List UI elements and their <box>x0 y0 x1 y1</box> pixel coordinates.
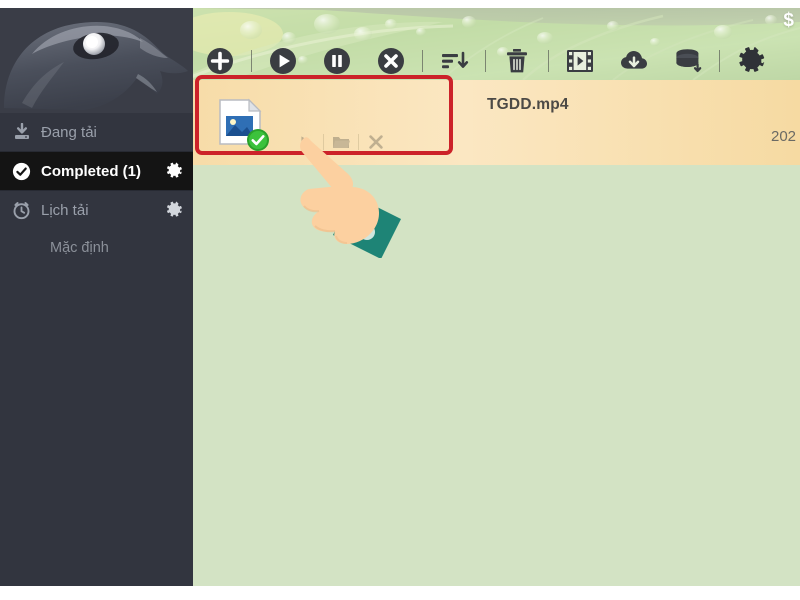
window-bottom-edge <box>0 586 800 600</box>
eagle-head-logo <box>0 8 193 113</box>
app-logo-panel <box>0 8 193 113</box>
download-file-name: TGDD.mp4 <box>487 96 569 113</box>
green-check-badge <box>246 128 270 157</box>
main-panel: $ TGDD.mp4 202 <box>193 8 800 586</box>
plus-circle-icon <box>207 48 233 74</box>
delete-button[interactable] <box>498 42 536 80</box>
sidebar-item-label: Completed (1) <box>41 162 142 180</box>
database-disk-icon <box>676 49 702 73</box>
download-file-size: 202 <box>771 128 797 145</box>
sidebar-item-downloading[interactable]: Đang tải <box>0 113 193 151</box>
start-download-button[interactable] <box>264 42 302 80</box>
x-circle-icon <box>378 48 404 74</box>
eagleget-window: Đang tải Completed (1) Lịch tải Mặc định… <box>0 0 800 600</box>
sidebar: Đang tải Completed (1) Lịch tải Mặc định <box>0 8 193 586</box>
download-tray-icon <box>12 123 31 142</box>
storage-button[interactable] <box>669 42 707 80</box>
sort-descending-icon <box>442 51 469 69</box>
film-strip-icon <box>567 50 593 72</box>
sidebar-item-label: Đang tải <box>41 123 97 141</box>
cloud-download-button[interactable] <box>615 42 653 80</box>
gear-icon <box>739 47 765 72</box>
toolbar-separator <box>548 50 549 72</box>
sort-button[interactable] <box>435 42 473 80</box>
pause-circle-icon <box>324 48 350 74</box>
toolbar <box>193 42 800 80</box>
toolbar-separator <box>719 50 720 72</box>
pause-download-button[interactable] <box>318 42 356 80</box>
alarm-clock-icon <box>12 201 31 220</box>
video-sniffer-button[interactable] <box>561 42 599 80</box>
settings-button[interactable] <box>732 42 770 80</box>
toolbar-separator <box>251 50 252 72</box>
pointing-hand-cursor <box>289 133 414 259</box>
add-download-button[interactable] <box>201 42 239 80</box>
toolbar-separator <box>422 50 423 72</box>
trash-icon <box>507 49 527 73</box>
cancel-download-button[interactable] <box>372 42 410 80</box>
download-list-row[interactable] <box>193 80 800 165</box>
sidebar-item-label: Mặc định <box>50 240 109 256</box>
play-circle-icon <box>270 48 296 74</box>
sidebar-item-label: Lịch tải <box>41 201 89 219</box>
gear-icon[interactable] <box>164 201 183 220</box>
index-finger <box>300 137 354 194</box>
gear-icon[interactable] <box>164 162 183 181</box>
sidebar-item-completed[interactable]: Completed (1) <box>0 152 193 190</box>
cloud-download-icon <box>621 51 647 69</box>
currency-badge[interactable]: $ <box>783 10 794 32</box>
sidebar-item-schedule[interactable]: Lịch tải <box>0 191 193 229</box>
check-circle-icon <box>12 162 31 181</box>
hand-palm <box>300 187 379 244</box>
window-top-edge <box>0 0 800 8</box>
sidebar-item-default[interactable]: Mặc định <box>0 229 193 267</box>
toolbar-separator <box>485 50 486 72</box>
